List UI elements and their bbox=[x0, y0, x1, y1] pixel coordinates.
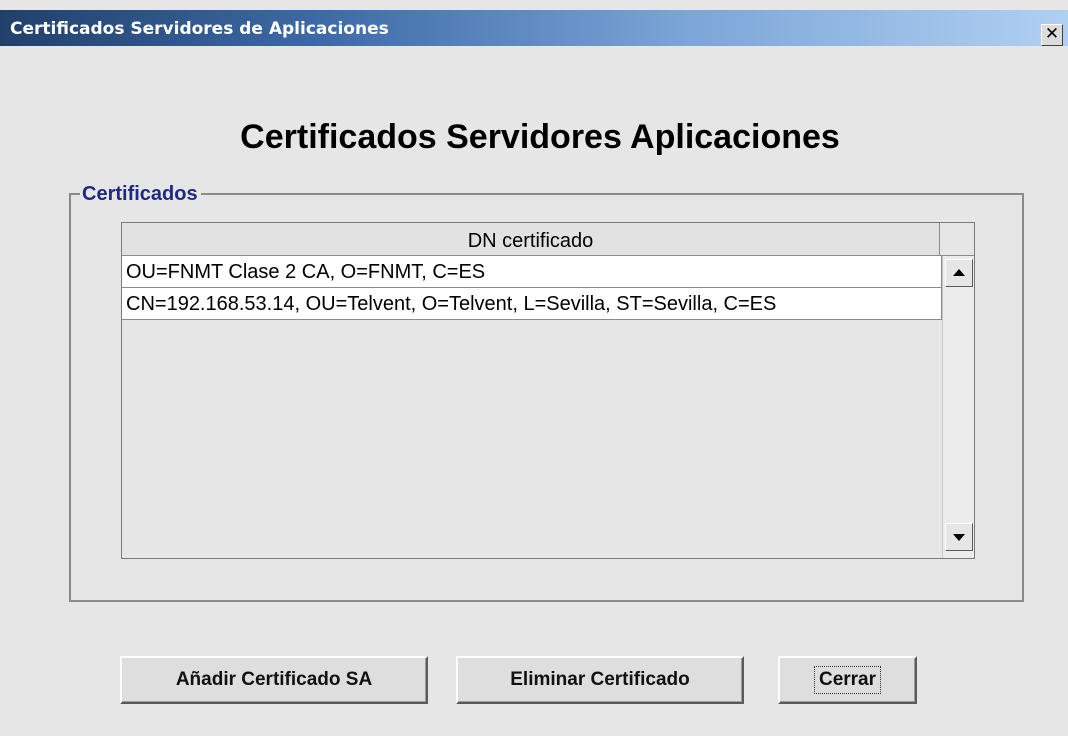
scroll-up-button[interactable] bbox=[945, 259, 973, 287]
close-button-label: Cerrar bbox=[813, 666, 882, 694]
scroll-up-arrow-icon bbox=[953, 269, 965, 276]
table-row[interactable]: OU=FNMT Clase 2 CA, O=FNMT, C=ES bbox=[122, 256, 942, 288]
table-row[interactable]: CN=192.168.53.14, OU=Telvent, O=Telvent,… bbox=[122, 288, 942, 320]
table-body: OU=FNMT Clase 2 CA, O=FNMT, C=ES CN=192.… bbox=[122, 256, 942, 320]
dialog-window: Certificados Servidores de Aplicaciones … bbox=[0, 0, 1068, 736]
title-bar[interactable]: Certificados Servidores de Aplicaciones … bbox=[0, 10, 1068, 46]
scroll-down-arrow-icon bbox=[953, 534, 965, 541]
add-certificate-button[interactable]: Añadir Certificado SA bbox=[120, 656, 428, 704]
close-window-button[interactable]: ✕ bbox=[1041, 24, 1063, 46]
window-title: Certificados Servidores de Aplicaciones bbox=[10, 19, 389, 39]
vertical-scrollbar[interactable] bbox=[942, 256, 974, 558]
close-button[interactable]: Cerrar bbox=[778, 656, 917, 704]
column-header-dn[interactable]: DN certificado bbox=[122, 223, 940, 256]
remove-certificate-button[interactable]: Eliminar Certificado bbox=[456, 656, 744, 704]
close-icon: ✕ bbox=[1044, 24, 1060, 44]
certificates-group-label: Certificados bbox=[80, 181, 201, 207]
scroll-down-button[interactable] bbox=[945, 523, 973, 551]
page-title: Certificados Servidores Aplicaciones bbox=[240, 118, 840, 156]
table-header-corner bbox=[940, 223, 974, 256]
certificates-table: DN certificado OU=FNMT Clase 2 CA, O=FNM… bbox=[121, 222, 975, 559]
